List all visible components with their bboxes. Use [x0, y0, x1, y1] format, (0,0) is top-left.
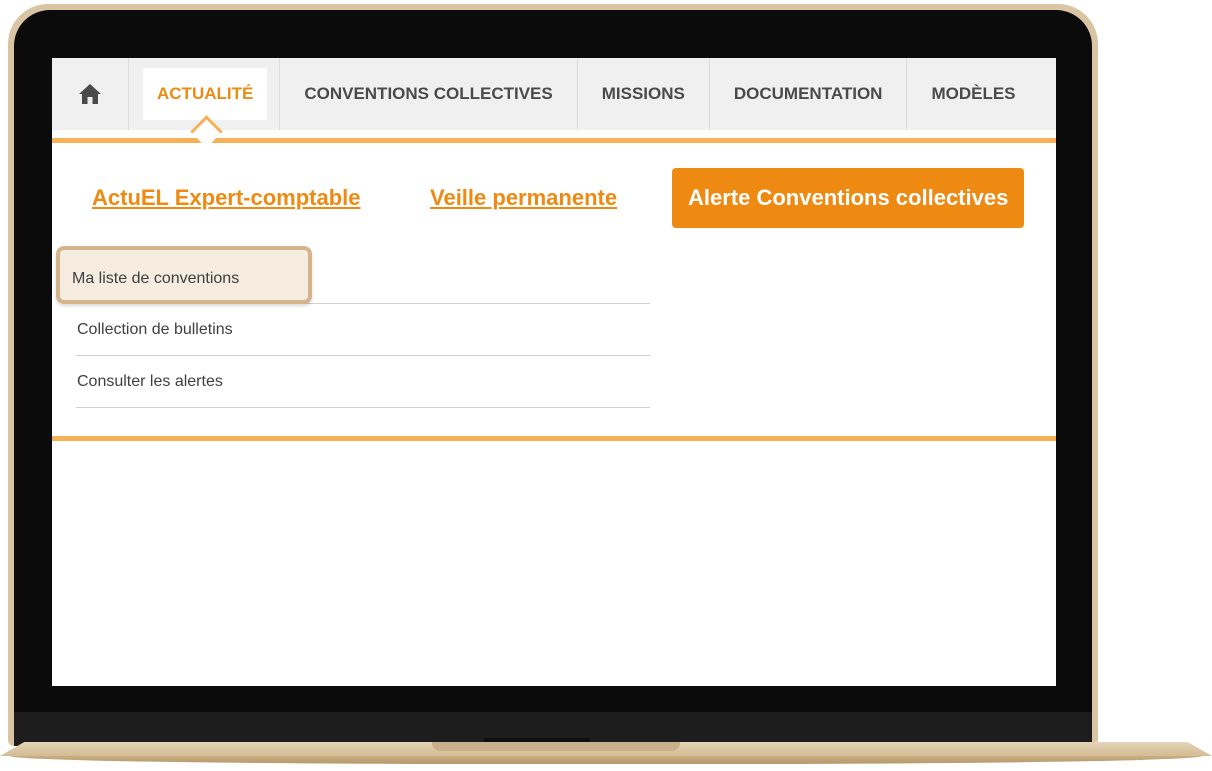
- nav-item-missions[interactable]: MISSIONS: [578, 58, 710, 130]
- subnav-link-veille-permanente[interactable]: Veille permanente: [430, 185, 617, 211]
- nav-item-documentation[interactable]: DOCUMENTATION: [710, 58, 908, 130]
- menu-item-ma-liste-label[interactable]: Ma liste de conventions: [72, 270, 239, 288]
- subnav-button-alerte-conventions[interactable]: Alerte Conventions collectives: [672, 168, 1025, 228]
- home-icon: [79, 84, 101, 104]
- screen: ACTUALITÉ CONVENTIONS COLLECTIVES MISSIO…: [52, 58, 1056, 686]
- laptop-hinge: [432, 742, 680, 751]
- menu-item-consulter-alertes[interactable]: Consulter les alertes: [76, 356, 650, 408]
- menu-item-collection-bulletins[interactable]: Collection de bulletins: [76, 304, 650, 356]
- nav-item-actualite[interactable]: ACTUALITÉ: [143, 68, 268, 120]
- laptop-base: [0, 742, 1212, 771]
- laptop-mockup: ACTUALITÉ CONVENTIONS COLLECTIVES MISSIO…: [0, 0, 1212, 771]
- nav-item-conventions-collectives[interactable]: CONVENTIONS COLLECTIVES: [280, 58, 578, 130]
- subnav-link-actuel-expert-comptable[interactable]: ActuEL Expert-comptable: [92, 185, 361, 211]
- sub-nav: ActuEL Expert-comptable Veille permanent…: [52, 168, 1056, 230]
- nav-item-modeles[interactable]: MODÈLES: [907, 58, 1039, 130]
- laptop-base-bottom: [10, 756, 1202, 764]
- nav-home-button[interactable]: [52, 58, 129, 130]
- submenu-bottom-border: [52, 436, 1056, 441]
